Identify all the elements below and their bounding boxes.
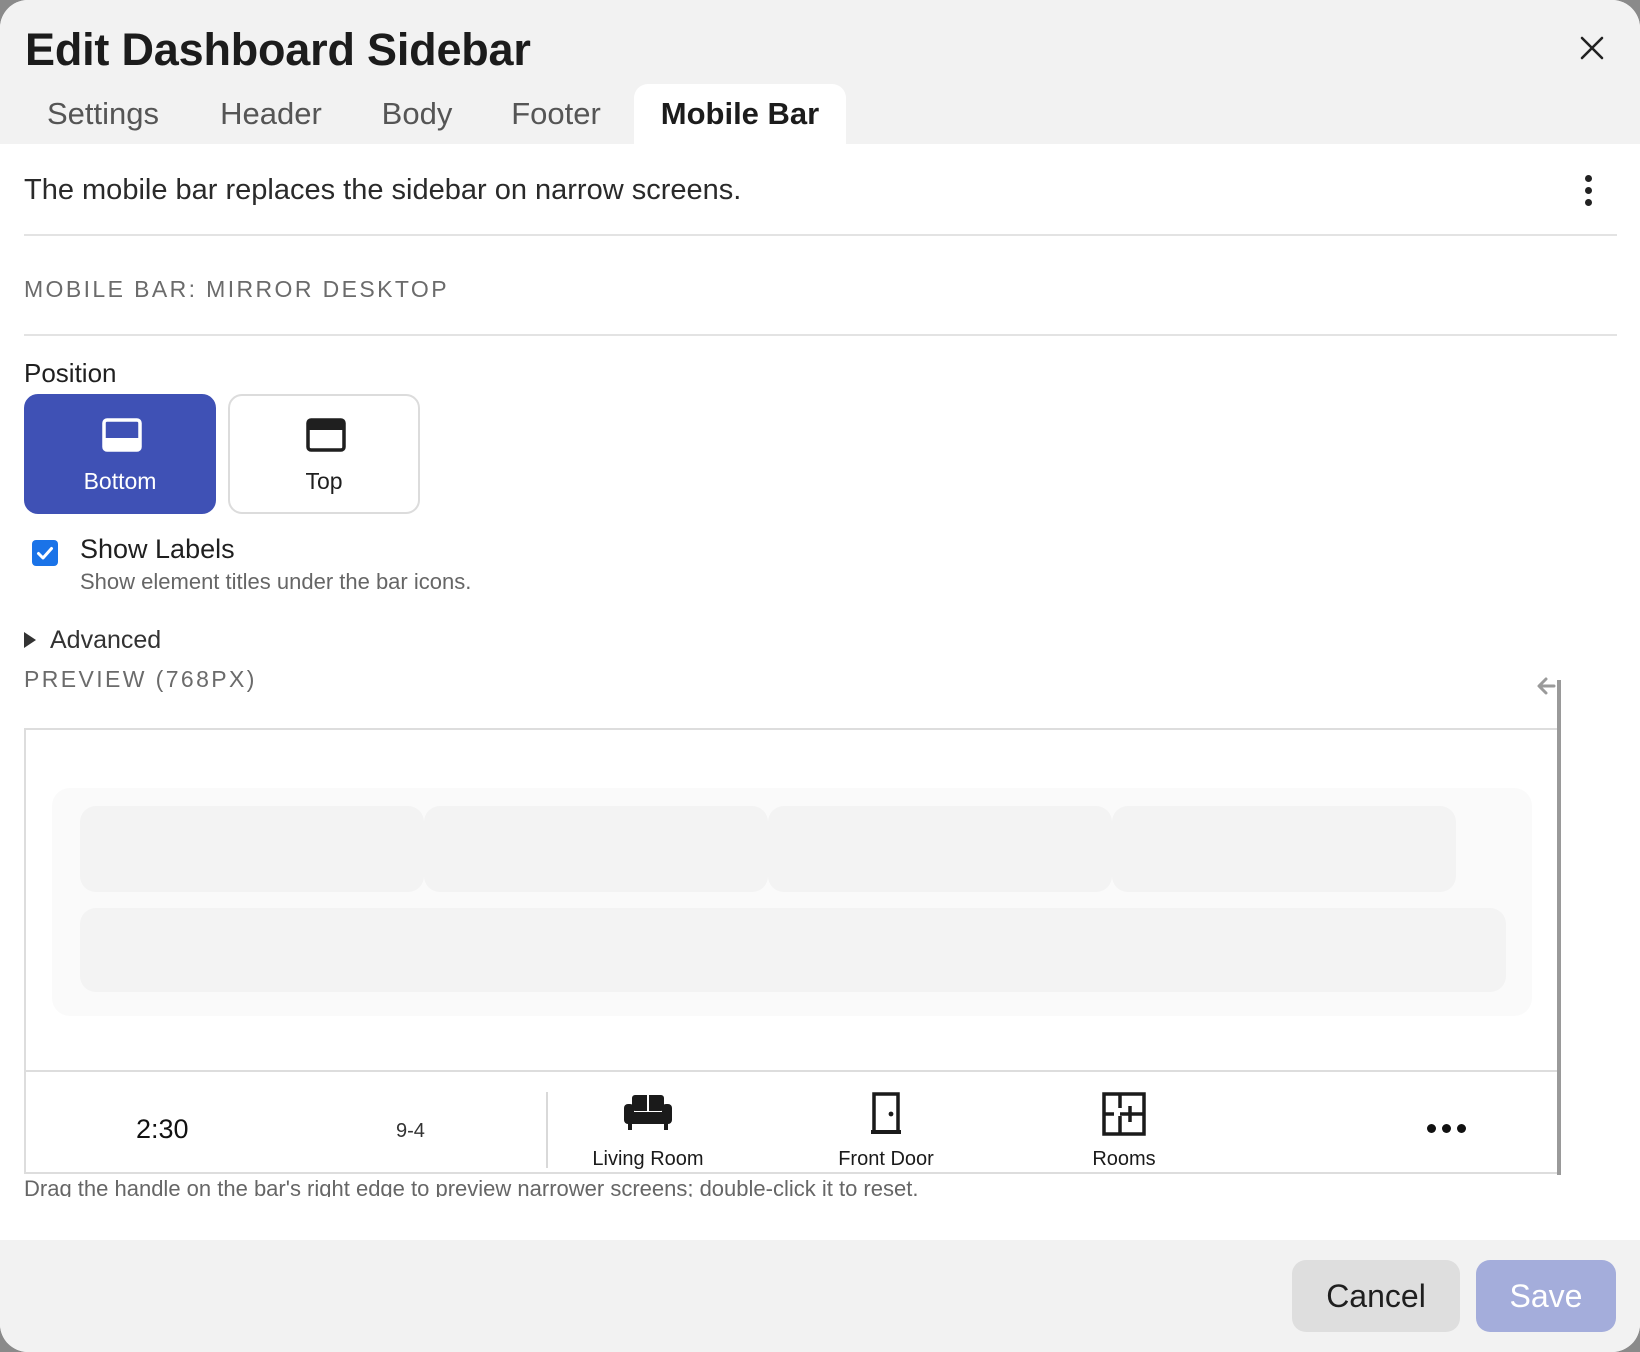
placeholder-card (80, 806, 424, 892)
floorplan-icon (1102, 1092, 1146, 1136)
divider (24, 334, 1617, 336)
mobile-bar-item-label: Living Room (592, 1148, 704, 1170)
mobile-bar-preview: 2:30 9-4 Living Room Front Door Rooms (26, 1070, 1558, 1172)
placeholder-card (1112, 806, 1456, 892)
mobile-bar-item-living-room[interactable]: Living Room (558, 1092, 738, 1172)
mobile-bar-item-label: Front Door (838, 1148, 934, 1170)
mobile-bar-clock: 2:30 (136, 1114, 189, 1144)
divider (24, 234, 1617, 236)
placeholder-wide-card (80, 908, 1506, 992)
mobile-bar-item-label: Rooms (1092, 1148, 1156, 1170)
more-options-button[interactable] (1570, 168, 1606, 212)
sofa-icon (624, 1095, 672, 1130)
preview-dashboard-placeholder (52, 788, 1532, 1016)
kebab-dot (1584, 186, 1592, 194)
arrow-left-icon[interactable] (1532, 672, 1560, 700)
mobile-bar-separator (546, 1092, 548, 1168)
position-top-label: Top (305, 468, 343, 494)
placeholder-card (424, 806, 768, 892)
preview-resize-handle[interactable] (1557, 680, 1561, 1175)
placeholder-card (768, 806, 1112, 892)
bar-top-icon (306, 418, 346, 452)
tab-footer[interactable]: Footer (488, 84, 624, 144)
advanced-toggle[interactable]: Advanced (24, 624, 161, 656)
show-labels-title: Show Labels (80, 534, 235, 564)
mobile-bar-date: 9-4 (396, 1120, 425, 1142)
dialog-title: Edit Dashboard Sidebar (25, 24, 531, 75)
more-horizontal-icon[interactable] (1421, 1116, 1471, 1140)
advanced-label: Advanced (50, 625, 162, 654)
mobile-bar-item-rooms[interactable]: Rooms (1034, 1092, 1214, 1172)
mobile-bar-item-front-door[interactable]: Front Door (796, 1092, 976, 1172)
bar-bottom-icon (102, 418, 142, 452)
dialog-header: Edit Dashboard Sidebar Settings Header B… (0, 0, 1640, 144)
tab-header[interactable]: Header (196, 84, 346, 144)
show-labels-checkbox[interactable] (32, 540, 58, 566)
kebab-dot (1584, 174, 1592, 182)
tab-mobile-bar[interactable]: Mobile Bar (634, 84, 846, 144)
close-button[interactable] (1572, 28, 1612, 68)
position-bottom-button[interactable]: Bottom (24, 394, 216, 514)
more-dot (1426, 1123, 1436, 1133)
mode-label: MOBILE BAR: MIRROR DESKTOP (24, 276, 449, 302)
save-button[interactable]: Save (1476, 1260, 1616, 1332)
tab-settings[interactable]: Settings (24, 84, 182, 144)
position-top-button[interactable]: Top (228, 394, 420, 514)
door-icon (871, 1092, 901, 1134)
position-bottom-label: Bottom (83, 468, 157, 494)
dialog-content: The mobile bar replaces the sidebar on n… (0, 144, 1640, 1240)
edit-sidebar-dialog: Edit Dashboard Sidebar Settings Header B… (0, 0, 1640, 1352)
show-labels-help: Show element titles under the bar icons. (80, 569, 472, 594)
dialog-footer: Cancel Save (0, 1240, 1640, 1352)
preview-hint: Drag the handle on the bar's right edge … (24, 1177, 919, 1197)
cancel-button[interactable]: Cancel (1292, 1260, 1460, 1332)
disclosure-triangle-icon (24, 632, 36, 648)
close-icon (1580, 36, 1604, 60)
preview-label: PREVIEW (768PX) (24, 666, 257, 692)
checkmark-icon (37, 547, 53, 560)
more-dot (1456, 1123, 1466, 1133)
kebab-dot (1584, 198, 1592, 206)
tab-body[interactable]: Body (360, 84, 474, 144)
tab-bar: Settings Header Body Footer Mobile Bar (0, 84, 1640, 144)
more-dot (1441, 1123, 1451, 1133)
position-label: Position (24, 358, 117, 388)
intro-text: The mobile bar replaces the sidebar on n… (24, 174, 742, 206)
preview-frame: 2:30 9-4 Living Room Front Door Rooms (24, 728, 1560, 1174)
